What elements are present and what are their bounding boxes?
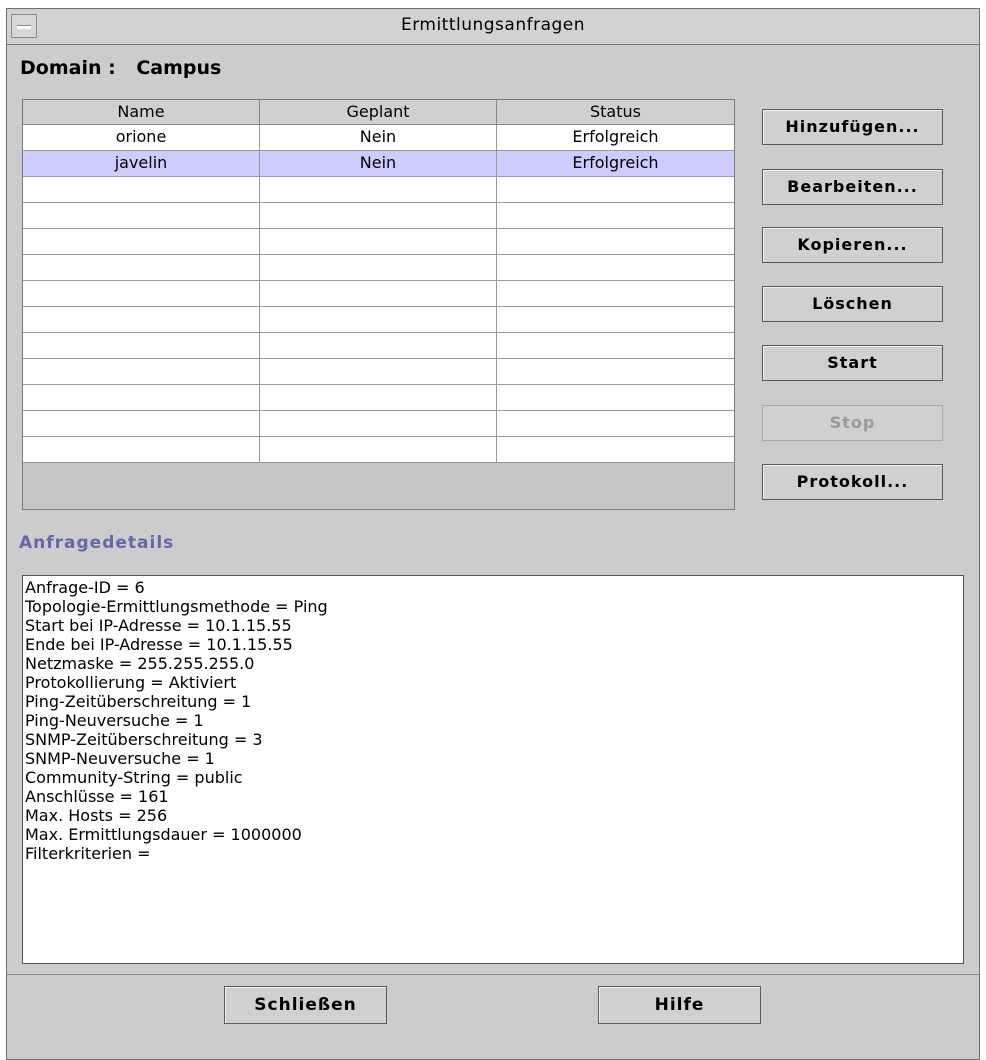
close-button[interactable]: Schließen xyxy=(224,986,387,1024)
requests-table: Name Geplant Status orione Nein Erfolgre… xyxy=(22,99,735,510)
copy-button[interactable]: Kopieren... xyxy=(762,227,943,263)
detail-line: Ende bei IP-Adresse = 10.1.15.55 xyxy=(25,635,293,654)
window-title: Ermittlungsanfragen xyxy=(400,15,586,35)
domain-info: Domain : Campus xyxy=(20,57,221,79)
start-button[interactable]: Start xyxy=(762,345,943,381)
table-body: orione Nein Erfolgreich javelin Nein Erf… xyxy=(23,125,734,463)
table-row-empty[interactable] xyxy=(23,437,734,463)
detail-line: Ping-Zeitüberschreitung = 1 xyxy=(25,692,252,711)
cell-name: javelin xyxy=(23,151,260,176)
detail-line: Anschlüsse = 161 xyxy=(25,787,169,806)
column-header-scheduled[interactable]: Geplant xyxy=(260,100,497,124)
detail-line: Netzmaske = 255.255.255.0 xyxy=(25,654,255,673)
detail-line: Start bei IP-Adresse = 10.1.15.55 xyxy=(25,616,292,635)
discovery-requests-window: Ermittlungsanfragen Domain : Campus Name… xyxy=(6,8,980,1060)
table-header: Name Geplant Status xyxy=(23,100,734,125)
column-header-status[interactable]: Status xyxy=(497,100,734,124)
details-heading: Anfragedetails xyxy=(19,533,175,553)
help-button[interactable]: Hilfe xyxy=(598,986,761,1024)
domain-label: Domain : xyxy=(20,57,116,79)
detail-line: Protokollierung = Aktiviert xyxy=(25,673,237,692)
edit-button[interactable]: Bearbeiten... xyxy=(762,169,943,205)
cell-status: Erfolgreich xyxy=(572,127,659,146)
table-row-empty[interactable] xyxy=(23,255,734,281)
footer-divider xyxy=(7,974,979,976)
table-row-empty[interactable] xyxy=(23,333,734,359)
stop-button[interactable]: Stop xyxy=(762,405,943,441)
cell-name: orione xyxy=(23,125,260,150)
table-row-empty[interactable] xyxy=(23,411,734,437)
table-row-empty[interactable] xyxy=(23,307,734,333)
detail-line: Filterkriterien = xyxy=(25,844,151,863)
detail-line: SNMP-Zeitüberschreitung = 3 xyxy=(25,730,263,749)
detail-line: Ping-Neuversuche = 1 xyxy=(25,711,204,730)
request-details-textarea[interactable]: Anfrage-ID = 6 Topologie-Ermittlungsmeth… xyxy=(22,575,964,964)
table-row-empty[interactable] xyxy=(23,177,734,203)
detail-line: Anfrage-ID = 6 xyxy=(25,578,145,597)
detail-line: SNMP-Neuversuche = 1 xyxy=(25,749,215,768)
table-row-selected[interactable]: javelin Nein Erfolgreich xyxy=(23,151,734,177)
detail-line: Max. Hosts = 256 xyxy=(25,806,168,825)
table-row-empty[interactable] xyxy=(23,385,734,411)
title-bar[interactable]: Ermittlungsanfragen xyxy=(7,9,979,45)
cell-status: Erfolgreich xyxy=(572,153,659,172)
table-row-empty[interactable] xyxy=(23,203,734,229)
table-row-empty[interactable] xyxy=(23,229,734,255)
detail-line: Topologie-Ermittlungsmethode = Ping xyxy=(25,597,328,616)
column-header-name[interactable]: Name xyxy=(23,100,260,124)
cell-scheduled: Nein xyxy=(260,125,497,150)
detail-line: Community-String = public xyxy=(25,768,243,787)
table-row-empty[interactable] xyxy=(23,359,734,385)
delete-button[interactable]: Löschen xyxy=(762,286,943,322)
detail-line: Max. Ermittlungsdauer = 1000000 xyxy=(25,825,302,844)
cell-scheduled: Nein xyxy=(260,151,497,176)
domain-value: Campus xyxy=(136,57,222,79)
log-button[interactable]: Protokoll... xyxy=(762,464,943,500)
add-button[interactable]: Hinzufügen... xyxy=(762,109,943,145)
table-row-empty[interactable] xyxy=(23,281,734,307)
table-row[interactable]: orione Nein Erfolgreich xyxy=(23,125,734,151)
